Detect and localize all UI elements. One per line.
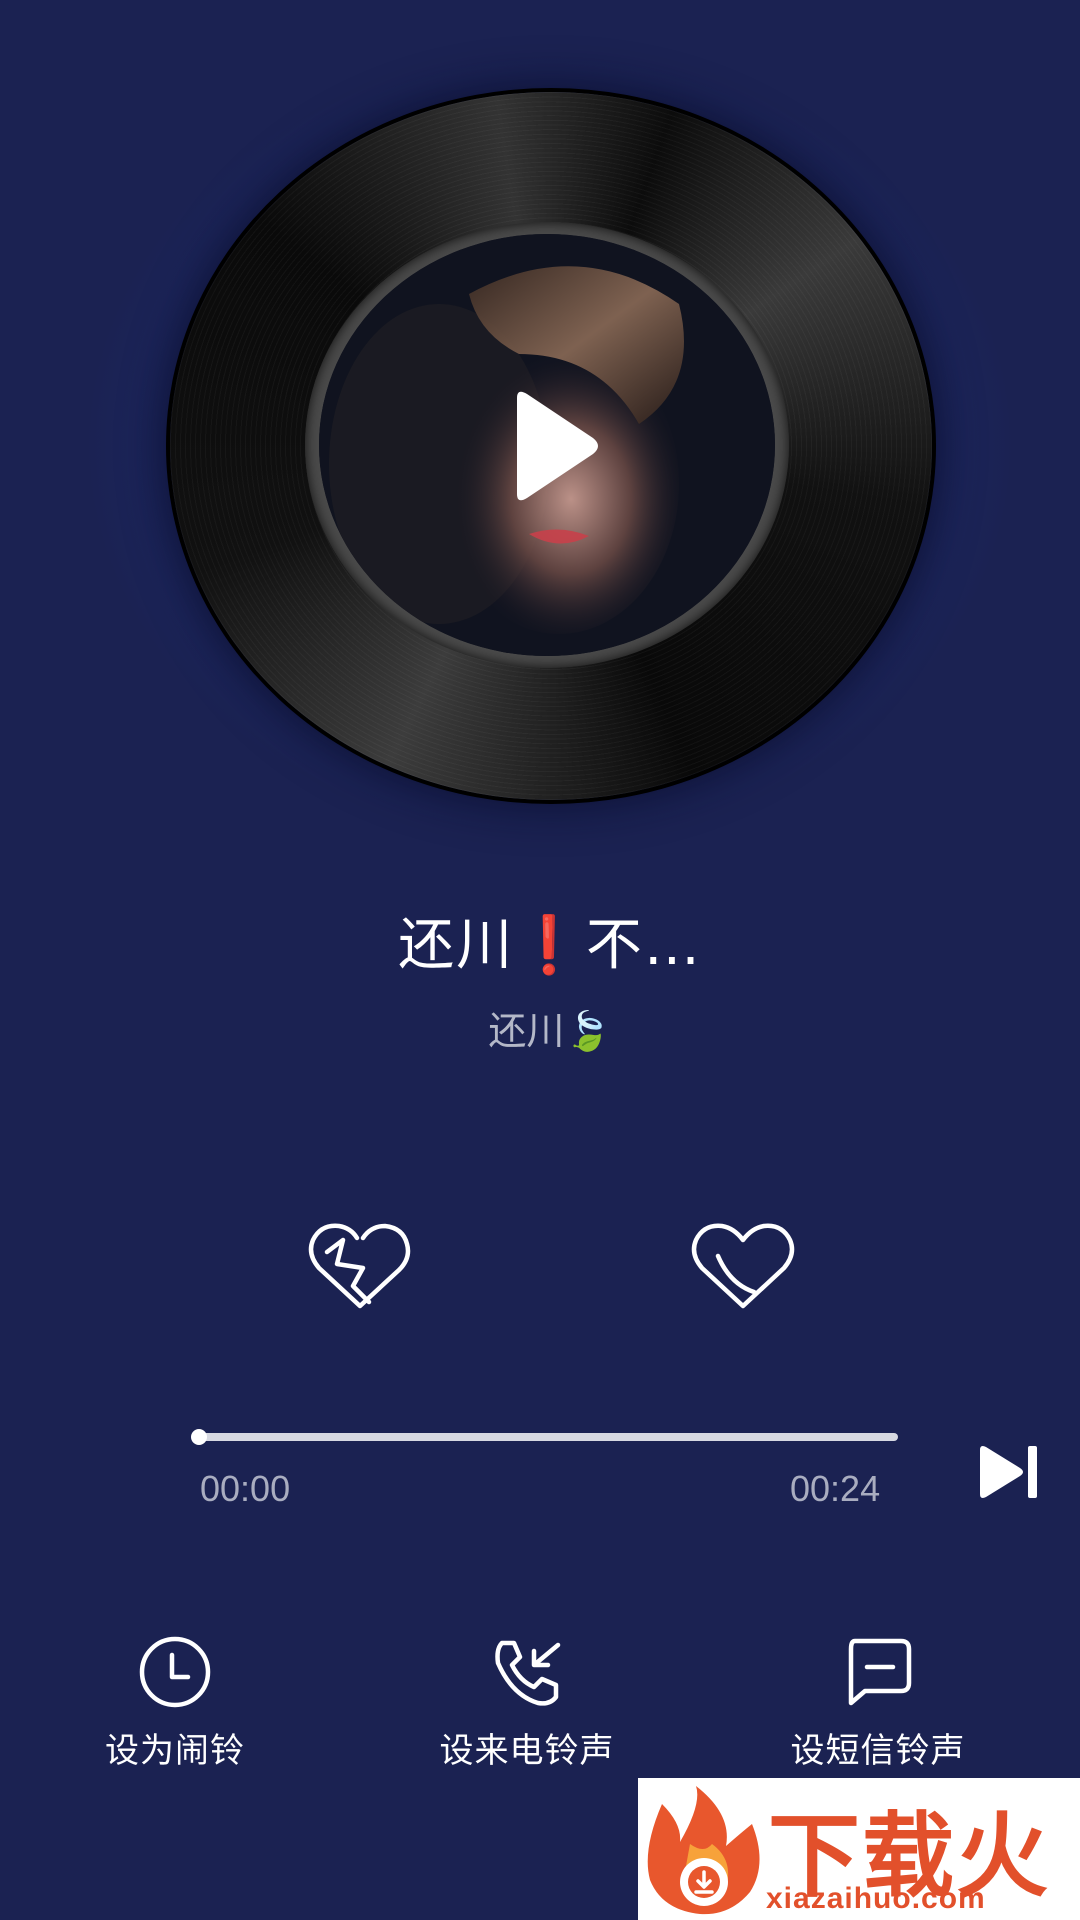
watermark: 下载火 xiazaihuo.com [638,1778,1080,1920]
set-alarm-button[interactable]: 设为闹铃 [45,1635,305,1772]
broken-heart-icon[interactable] [305,1220,415,1316]
player-screen: 还川❗不… 还川🍃 00:00 00:24 设为闹铃 设来电铃声 设短信铃声 下… [0,0,1080,1920]
album-cover [319,234,775,656]
set-sms-tone-label: 设短信铃声 [790,1731,966,1771]
artist-name: 还川🍃 [488,1009,612,1053]
current-time: 00:00 [200,1468,291,1509]
progress-thumb[interactable] [191,1429,207,1445]
play-icon[interactable] [495,386,605,506]
set-ringtone-button[interactable]: 设来电铃声 [397,1635,657,1772]
clock-icon [139,1636,211,1708]
flame-logo-icon [647,1786,760,1915]
skip-next-icon[interactable] [976,1444,1042,1500]
song-title: 还川❗不… [398,913,702,978]
set-alarm-label: 设为闹铃 [105,1731,245,1771]
heart-icon[interactable] [688,1220,798,1316]
record-label-ring [305,222,789,668]
set-ringtone-label: 设来电铃声 [439,1731,615,1771]
vinyl-record [170,92,932,800]
progress-bar[interactable] [191,1429,898,1445]
total-time: 00:24 [790,1468,881,1509]
watermark-domain: xiazaihuo.com [766,1882,986,1915]
set-sms-tone-button[interactable]: 设短信铃声 [748,1635,1008,1772]
message-icon [848,1638,912,1706]
phone-incoming-icon [495,1640,561,1706]
